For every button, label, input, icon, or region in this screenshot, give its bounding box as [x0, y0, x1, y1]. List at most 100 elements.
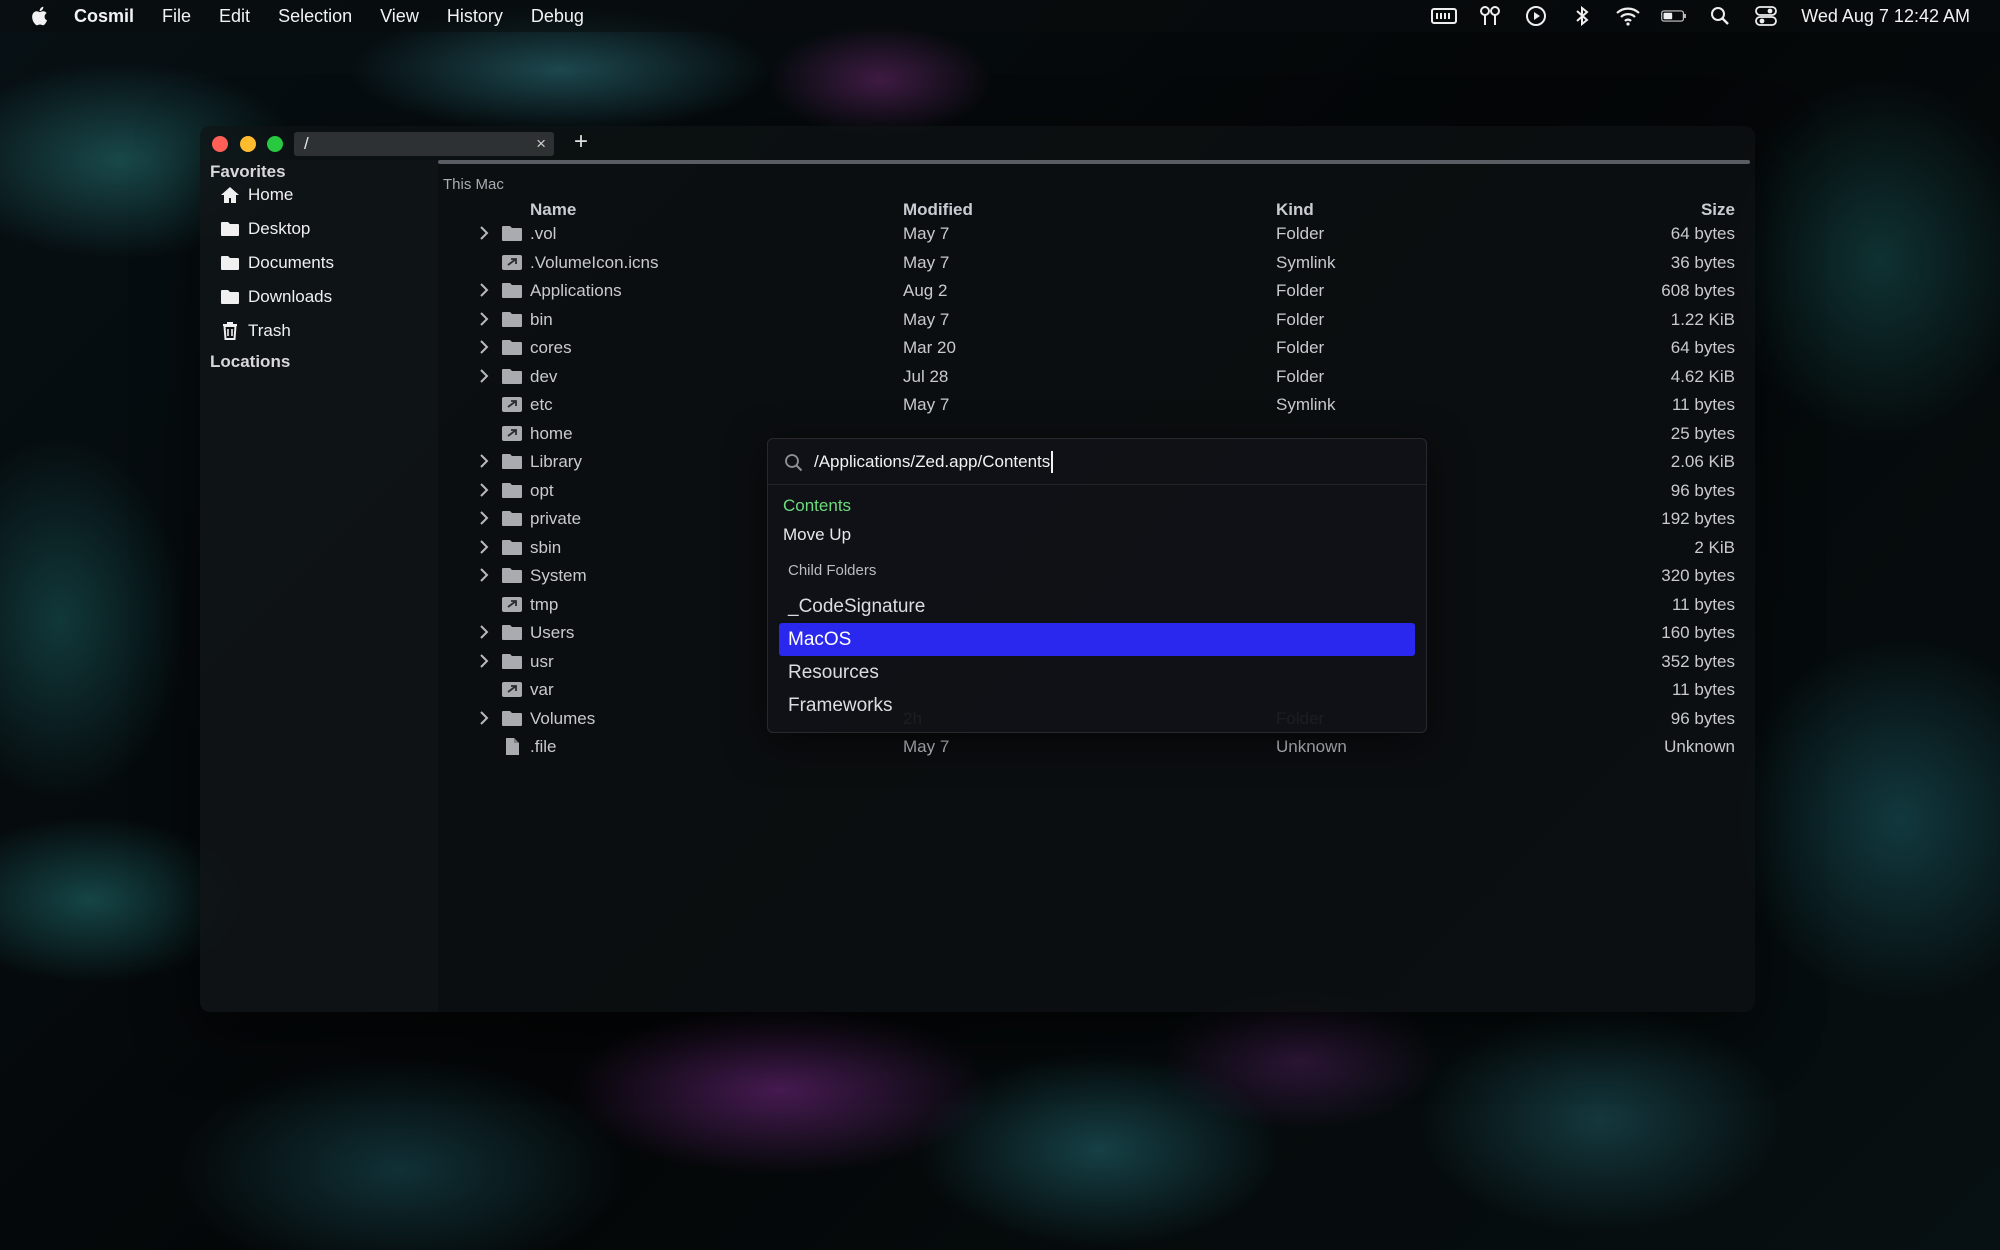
sidebar-item-trash[interactable]: Trash — [220, 316, 291, 346]
sidebar-item-desktop[interactable]: Desktop — [220, 214, 310, 244]
chevron-right-icon[interactable] — [477, 339, 491, 355]
file-icon — [501, 737, 523, 756]
chevron-right-icon[interactable] — [477, 710, 491, 726]
cell-name: sbin — [530, 537, 562, 557]
cell-name: dev — [530, 366, 558, 386]
folder-icon — [501, 281, 523, 300]
cell-modified: May 7 — [903, 737, 950, 756]
menu-file[interactable]: File — [162, 6, 191, 27]
table-row[interactable]: etc May 7 Symlink 11 bytes — [438, 391, 1755, 419]
menu-view[interactable]: View — [380, 6, 419, 27]
cell-modified: Jul 28 — [903, 366, 949, 386]
child-folder-option[interactable]: MacOS — [779, 623, 1415, 656]
play-icon[interactable] — [1523, 5, 1549, 27]
sidebar-item-downloads[interactable]: Downloads — [220, 282, 332, 312]
menu-edit[interactable]: Edit — [219, 6, 250, 27]
new-tab-button[interactable]: + — [574, 128, 588, 156]
cell-modified: May 7 — [903, 252, 950, 272]
table-row[interactable]: bin May 7 Folder 1.22 KiB — [438, 306, 1755, 334]
chevron-right-icon[interactable] — [477, 567, 491, 583]
wifi-icon[interactable] — [1615, 5, 1641, 27]
bluetooth-icon[interactable] — [1569, 5, 1595, 27]
cell-size: 2.06 KiB — [1670, 452, 1735, 471]
folder-icon — [220, 219, 240, 239]
chevron-right-icon[interactable] — [477, 510, 491, 526]
cell-size: 96 bytes — [1670, 708, 1735, 728]
sidebar-locations-title[interactable]: Locations — [210, 352, 290, 372]
child-folder-option[interactable]: _CodeSignature — [779, 590, 1415, 623]
folder-icon — [501, 566, 523, 585]
menu-bar: Cosmil File Edit Selection View History … — [0, 0, 2000, 32]
move-up-item[interactable]: Move Up — [783, 525, 851, 545]
chevron-right-icon[interactable] — [477, 653, 491, 669]
child-folder-option[interactable]: Frameworks — [779, 689, 1415, 722]
cell-size: 96 bytes — [1670, 480, 1735, 500]
sidebar-item-label: Home — [248, 185, 294, 204]
tab-root[interactable]: / × — [294, 132, 554, 156]
path-input[interactable] — [814, 449, 1404, 475]
sidebar-favorites-title: Favorites — [210, 162, 286, 181]
sidebar-item-documents[interactable]: Documents — [220, 248, 334, 278]
apple-logo-icon[interactable] — [28, 4, 52, 28]
table-row[interactable]: Applications Aug 2 Folder 608 bytes — [438, 277, 1755, 305]
cell-size: 11 bytes — [1671, 395, 1735, 414]
airpods-icon[interactable] — [1477, 5, 1503, 27]
menu-history[interactable]: History — [447, 6, 503, 27]
column-header-kind[interactable]: Kind — [1276, 200, 1314, 220]
cell-size: 4.62 KiB — [1670, 366, 1735, 386]
chevron-right-icon[interactable] — [477, 453, 491, 469]
control-center-icon[interactable] — [1753, 5, 1779, 27]
table-row[interactable]: dev Jul 28 Folder 4.62 KiB — [438, 363, 1755, 391]
window-titlebar[interactable]: / × + — [200, 126, 1755, 160]
chevron-right-icon[interactable] — [477, 282, 491, 298]
table-row[interactable]: .file May 7 Unknown Unknown — [438, 733, 1755, 761]
window-close-button[interactable] — [212, 136, 228, 152]
chevron-right-icon[interactable] — [477, 368, 491, 384]
spotlight-search-icon[interactable] — [1707, 5, 1733, 27]
window-maximize-button[interactable] — [267, 136, 283, 152]
cell-kind: Folder — [1276, 281, 1325, 300]
folder-icon — [501, 709, 523, 728]
memory-icon[interactable] — [1431, 5, 1458, 27]
chevron-right-icon[interactable] — [477, 624, 491, 640]
table-row[interactable]: cores Mar 20 Folder 64 bytes — [438, 334, 1755, 362]
cell-name: cores — [530, 338, 572, 357]
folder-icon — [220, 287, 240, 307]
sidebar-item-home[interactable]: Home — [220, 180, 293, 210]
chevron-right-icon[interactable] — [477, 311, 491, 327]
menu-debug[interactable]: Debug — [531, 6, 584, 27]
window-minimize-button[interactable] — [240, 136, 256, 152]
folder-icon — [501, 623, 523, 642]
menu-selection[interactable]: Selection — [278, 6, 352, 27]
chevron-right-icon[interactable] — [477, 482, 491, 498]
chevron-right-icon[interactable] — [477, 539, 491, 555]
column-header-size[interactable]: Size — [1701, 200, 1735, 220]
folder-icon — [501, 310, 523, 329]
table-row[interactable]: .vol May 7 Folder 64 bytes — [438, 220, 1755, 248]
table-row[interactable]: .VolumeIcon.icns May 7 Symlink 36 bytes — [438, 249, 1755, 277]
cell-modified: May 7 — [903, 224, 950, 243]
column-header-name[interactable]: Name — [530, 200, 576, 220]
menu-bar-clock[interactable]: Wed Aug 7 12:42 AM — [1801, 6, 1970, 27]
symlink-icon — [501, 595, 523, 614]
search-icon — [785, 454, 803, 472]
folder-icon — [501, 452, 523, 471]
current-folder-label: Contents — [783, 496, 852, 515]
column-header-modified[interactable]: Modified — [903, 200, 973, 220]
battery-icon[interactable] — [1661, 5, 1687, 27]
folder-icon — [501, 224, 523, 243]
cell-size: 64 bytes — [1670, 224, 1735, 243]
cell-modified: Aug 2 — [903, 281, 948, 300]
folder-icon — [501, 338, 523, 357]
tab-close-icon[interactable]: × — [536, 132, 546, 156]
cell-size: Unknown — [1664, 737, 1735, 756]
sidebar-item-label: Documents — [248, 253, 334, 272]
palette-search-row — [768, 439, 1426, 485]
text-cursor — [1051, 451, 1054, 473]
cell-kind: Folder — [1276, 224, 1325, 243]
menu-app-name[interactable]: Cosmil — [74, 6, 134, 27]
child-folder-option[interactable]: Resources — [779, 656, 1415, 689]
chevron-right-icon[interactable] — [477, 225, 491, 241]
cell-size: 192 bytes — [1661, 509, 1735, 528]
cell-modified: May 7 — [903, 309, 950, 329]
